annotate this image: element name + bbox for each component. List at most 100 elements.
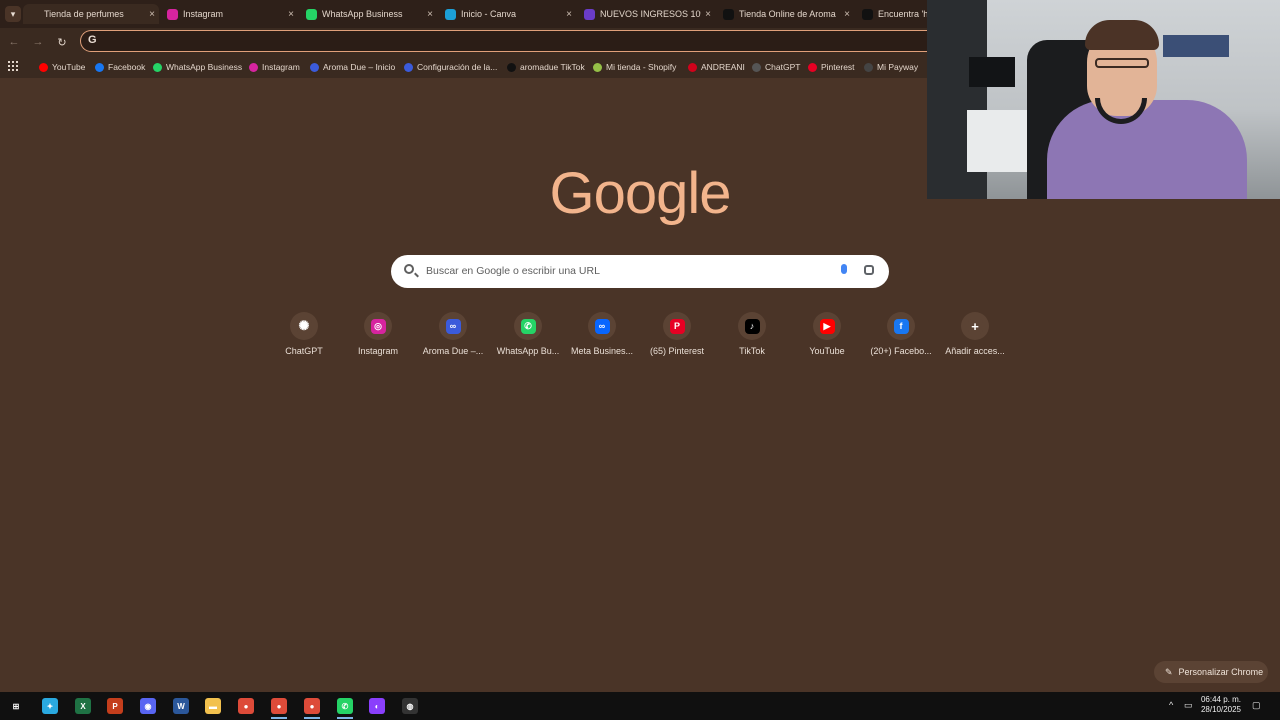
powerpoint-icon[interactable]: P xyxy=(107,698,123,714)
browser-tab[interactable]: Instagram × xyxy=(162,4,298,24)
shortcut-label: Añadir acces... xyxy=(945,346,1005,356)
shortcut-tile[interactable]: ♪ TikTok xyxy=(716,312,788,356)
shortcut-tile[interactable]: ✺ ChatGPT xyxy=(268,312,340,356)
address-bar[interactable]: G xyxy=(80,30,928,52)
running-indicator xyxy=(337,717,353,719)
browser-tab[interactable]: Tienda de perfumes × xyxy=(23,4,159,24)
app-recording-icon[interactable]: ◍ xyxy=(402,698,418,714)
shortcut-icon-circle: P xyxy=(663,312,691,340)
running-indicator xyxy=(271,717,287,719)
close-tab-icon[interactable]: × xyxy=(145,9,159,20)
chatgpt-icon: ✺ xyxy=(296,318,312,334)
aroma-due-icon: ∞ xyxy=(445,318,461,334)
bookmark-label: YouTube xyxy=(52,62,86,72)
close-tab-icon[interactable]: × xyxy=(840,9,854,20)
whatsapp-icon[interactable]: ✆ xyxy=(337,698,353,714)
chrome-profile-2-icon[interactable]: ● xyxy=(304,698,320,714)
bookmark-item[interactable]: Aroma Due – Inicio xyxy=(310,60,395,74)
bookmark-item[interactable]: Configuración de la... xyxy=(404,60,497,74)
search-icon xyxy=(404,264,414,274)
tab-title: NUEVOS INGRESOS 10% xyxy=(600,9,701,19)
shortcut-icon-circle: + xyxy=(961,312,989,340)
bookmark-favicon-icon xyxy=(808,62,817,72)
copilot-icon[interactable]: ✦ xyxy=(42,698,58,714)
bookmark-item[interactable]: Pinterest xyxy=(808,60,855,74)
browser-tab[interactable]: NUEVOS INGRESOS 10% × xyxy=(579,4,715,24)
shortcut-label: Instagram xyxy=(357,346,399,356)
bookmark-favicon-icon xyxy=(864,62,873,72)
close-tab-icon[interactable]: × xyxy=(562,9,576,20)
tab-search-button[interactable]: ▾ xyxy=(5,6,21,22)
search-placeholder: Buscar en Google o escribir una URL xyxy=(426,265,600,277)
google-lens-icon[interactable] xyxy=(864,265,874,275)
app-purple-icon[interactable]: ◐ xyxy=(369,698,385,714)
bookmark-favicon-icon xyxy=(593,62,602,72)
shortcut-tile[interactable]: f (20+) Facebo... xyxy=(865,312,937,356)
browser-tab[interactable]: Tienda Online de Aroma × xyxy=(718,4,854,24)
bookmark-label: Pinterest xyxy=(821,62,855,72)
close-tab-icon[interactable]: × xyxy=(423,9,437,20)
reload-button[interactable]: ↻ xyxy=(54,34,70,50)
notifications-icon[interactable]: ▢ xyxy=(1252,700,1261,711)
tab-title: WhatsApp Business xyxy=(322,9,403,19)
bookmark-label: Aroma Due – Inicio xyxy=(323,62,396,72)
shortcut-tile[interactable]: P (65) Pinterest xyxy=(641,312,713,356)
bookmark-favicon-icon xyxy=(507,62,516,72)
discord-icon[interactable]: ◉ xyxy=(140,698,156,714)
shortcut-tile[interactable]: ▶ YouTube xyxy=(791,312,863,356)
bookmark-item[interactable]: ANDREANI xyxy=(688,60,745,74)
bookmark-item[interactable]: ChatGPT xyxy=(752,60,800,74)
chevron-up-icon[interactable]: ^ xyxy=(1169,700,1173,710)
clock-time: 06:44 p. m. xyxy=(1200,695,1242,704)
shortcut-icon-circle: f xyxy=(887,312,915,340)
browser-tab[interactable]: WhatsApp Business × xyxy=(301,4,437,24)
shortcut-tile[interactable]: ∞ Meta Busines... xyxy=(566,312,638,356)
search-box[interactable]: Buscar en Google o escribir una URL xyxy=(391,255,889,288)
shortcut-label: WhatsApp Bu... xyxy=(496,346,560,356)
shortcut-tile[interactable]: ✆ WhatsApp Bu... xyxy=(492,312,564,356)
bookmark-item[interactable]: WhatsApp Business xyxy=(153,60,242,74)
tab-title: Inicio - Canva xyxy=(461,9,517,19)
forward-button[interactable]: → xyxy=(30,34,46,50)
browser-tab[interactable]: Inicio - Canva × xyxy=(440,4,576,24)
microphone-icon[interactable] xyxy=(841,264,847,274)
windows-start-icon[interactable]: ⊞ xyxy=(8,698,24,714)
bookmark-label: Mi tienda - Shopify xyxy=(606,62,677,72)
bookmark-item[interactable]: Mi tienda - Shopify xyxy=(593,60,676,74)
browser-tab[interactable]: Encuentra 'hu xyxy=(857,4,927,24)
arrow-left-icon: ← xyxy=(8,36,20,48)
bookmark-item[interactable]: YouTube xyxy=(39,60,85,74)
chevron-down-icon: ▾ xyxy=(10,8,16,19)
shortcut-tile[interactable]: ∞ Aroma Due –... xyxy=(417,312,489,356)
word-icon[interactable]: W xyxy=(173,698,189,714)
file-explorer-icon[interactable]: ▬ xyxy=(205,698,221,714)
shortcut-label: YouTube xyxy=(809,346,845,356)
bookmark-item[interactable]: Facebook xyxy=(95,60,145,74)
bookmark-item[interactable]: Mi Payway xyxy=(864,60,918,74)
apps-grid-icon[interactable] xyxy=(8,61,18,71)
bookmark-label: Configuración de la... xyxy=(417,62,498,72)
shortcut-tile[interactable]: + Añadir acces... xyxy=(939,312,1011,356)
shortcut-label: (65) Pinterest xyxy=(649,346,705,356)
shortcut-label: Meta Busines... xyxy=(570,346,634,356)
excel-icon[interactable]: X xyxy=(75,698,91,714)
bookmark-label: ANDREANI xyxy=(701,62,745,72)
customize-chrome-button[interactable]: ✎ Personalizar Chrome xyxy=(1154,661,1268,683)
close-tab-icon[interactable]: × xyxy=(284,9,298,20)
bookmark-favicon-icon xyxy=(404,62,413,72)
clock[interactable]: 06:44 p. m. 28/10/2025 xyxy=(1198,695,1244,715)
bookmark-item[interactable]: Instagram xyxy=(249,60,300,74)
canva-icon xyxy=(445,8,456,20)
network-icon[interactable]: ▭ xyxy=(1184,700,1193,711)
shortcut-icon-circle: ♪ xyxy=(738,312,766,340)
shortcut-tile[interactable]: ◎ Instagram xyxy=(342,312,414,356)
back-button[interactable]: ← xyxy=(6,34,22,50)
bookmark-item[interactable]: aromadue TikTok xyxy=(507,60,585,74)
shortcut-label: TikTok xyxy=(739,346,765,356)
chrome-icon[interactable]: ● xyxy=(238,698,254,714)
tab-title: Tienda Online de Aroma xyxy=(739,9,836,19)
close-tab-icon[interactable]: × xyxy=(701,9,715,20)
clock-date: 28/10/2025 xyxy=(1200,705,1242,714)
arrow-right-icon: → xyxy=(32,36,44,48)
chrome-profile-icon[interactable]: ● xyxy=(271,698,287,714)
